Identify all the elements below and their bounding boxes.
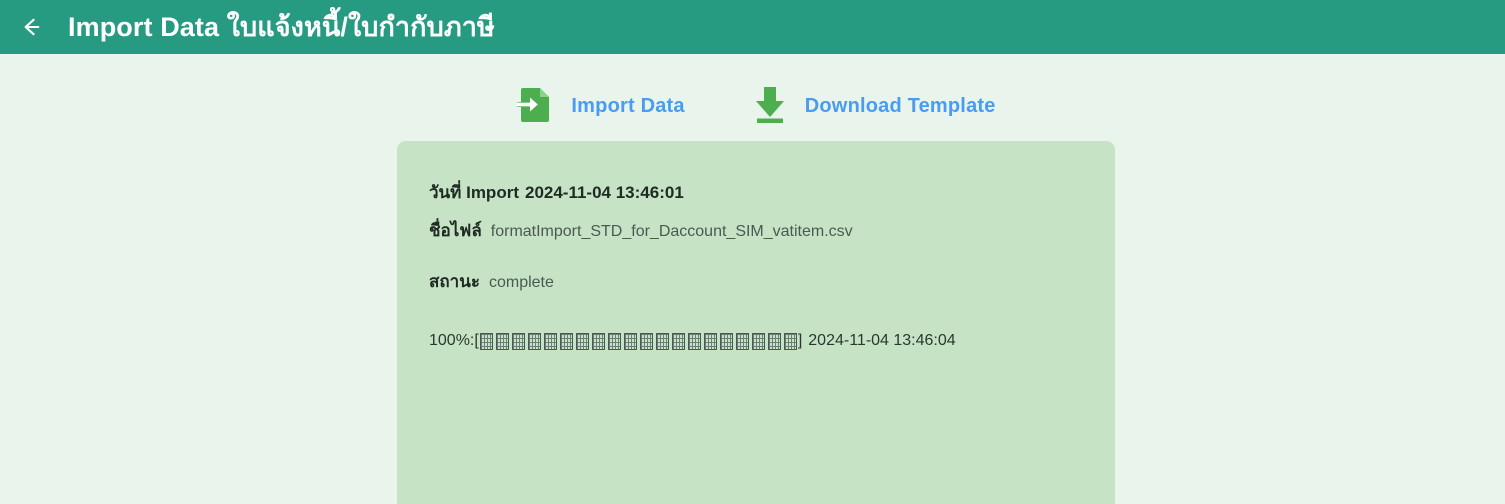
- progress-block: [719, 332, 733, 350]
- import-date-value: 2024-11-04 13:46:01: [524, 183, 684, 202]
- file-import-icon: [509, 80, 557, 133]
- progress-block: [591, 332, 605, 350]
- progress-block: [543, 332, 557, 350]
- status-row: สถานะ complete: [429, 268, 1115, 295]
- import-data-button[interactable]: Import Data: [509, 80, 685, 133]
- file-name-row: ชื่อไฟล์ formatImport_STD_for_Daccount_S…: [429, 217, 1115, 244]
- page-title: Import Data ใบแจ้งหนี้/ใบกำกับภาษี: [68, 11, 495, 42]
- file-name-label: ชื่อไฟล์: [429, 221, 482, 240]
- progress-block: [559, 332, 573, 350]
- download-icon: [749, 82, 791, 131]
- progress-block: [639, 332, 653, 350]
- progress-bracket-open: [: [474, 332, 479, 349]
- progress-block: [735, 332, 749, 350]
- progress-block: [767, 332, 781, 350]
- progress-block: [703, 332, 717, 350]
- progress-percent-text: 100%:: [429, 332, 475, 349]
- progress-block: [607, 332, 621, 350]
- progress-bar-blocks: [479, 332, 797, 350]
- progress-block: [783, 332, 797, 350]
- progress-block: [511, 332, 525, 350]
- app-header: Import Data ใบแจ้งหนี้/ใบกำกับภาษี: [0, 0, 1505, 54]
- progress-timestamp: 2024-11-04 13:46:04: [808, 332, 956, 349]
- progress-block: [479, 332, 493, 350]
- progress-bracket-close: ]: [797, 332, 803, 349]
- arrow-left-icon: [18, 14, 44, 40]
- status-value: complete: [488, 274, 554, 291]
- import-date-row: วันที่ Import 2024-11-04 13:46:01: [429, 179, 1115, 206]
- progress-block: [527, 332, 541, 350]
- progress-block: [655, 332, 669, 350]
- import-result-panel: วันที่ Import 2024-11-04 13:46:01 ชื่อไฟ…: [397, 141, 1115, 504]
- progress-log-line: 100%: [ ] 2024-11-04 13:46:04: [429, 332, 1115, 350]
- progress-block: [671, 332, 685, 350]
- progress-block: [575, 332, 589, 350]
- progress-block: [687, 332, 701, 350]
- file-name-value: formatImport_STD_for_Daccount_SIM_vatite…: [490, 223, 853, 240]
- import-result-panel-wrapper: วันที่ Import 2024-11-04 13:46:01 ชื่อไฟ…: [397, 141, 1115, 504]
- download-template-button[interactable]: Download Template: [749, 82, 996, 131]
- progress-block: [495, 332, 509, 350]
- progress-block: [623, 332, 637, 350]
- status-label: สถานะ: [429, 272, 480, 291]
- import-data-label: Import Data: [571, 95, 685, 117]
- action-toolbar: Import Data Download Template: [0, 54, 1505, 133]
- import-date-label: วันที่ Import: [429, 183, 519, 202]
- progress-block: [751, 332, 765, 350]
- back-button[interactable]: [14, 10, 48, 44]
- download-template-label: Download Template: [804, 95, 996, 117]
